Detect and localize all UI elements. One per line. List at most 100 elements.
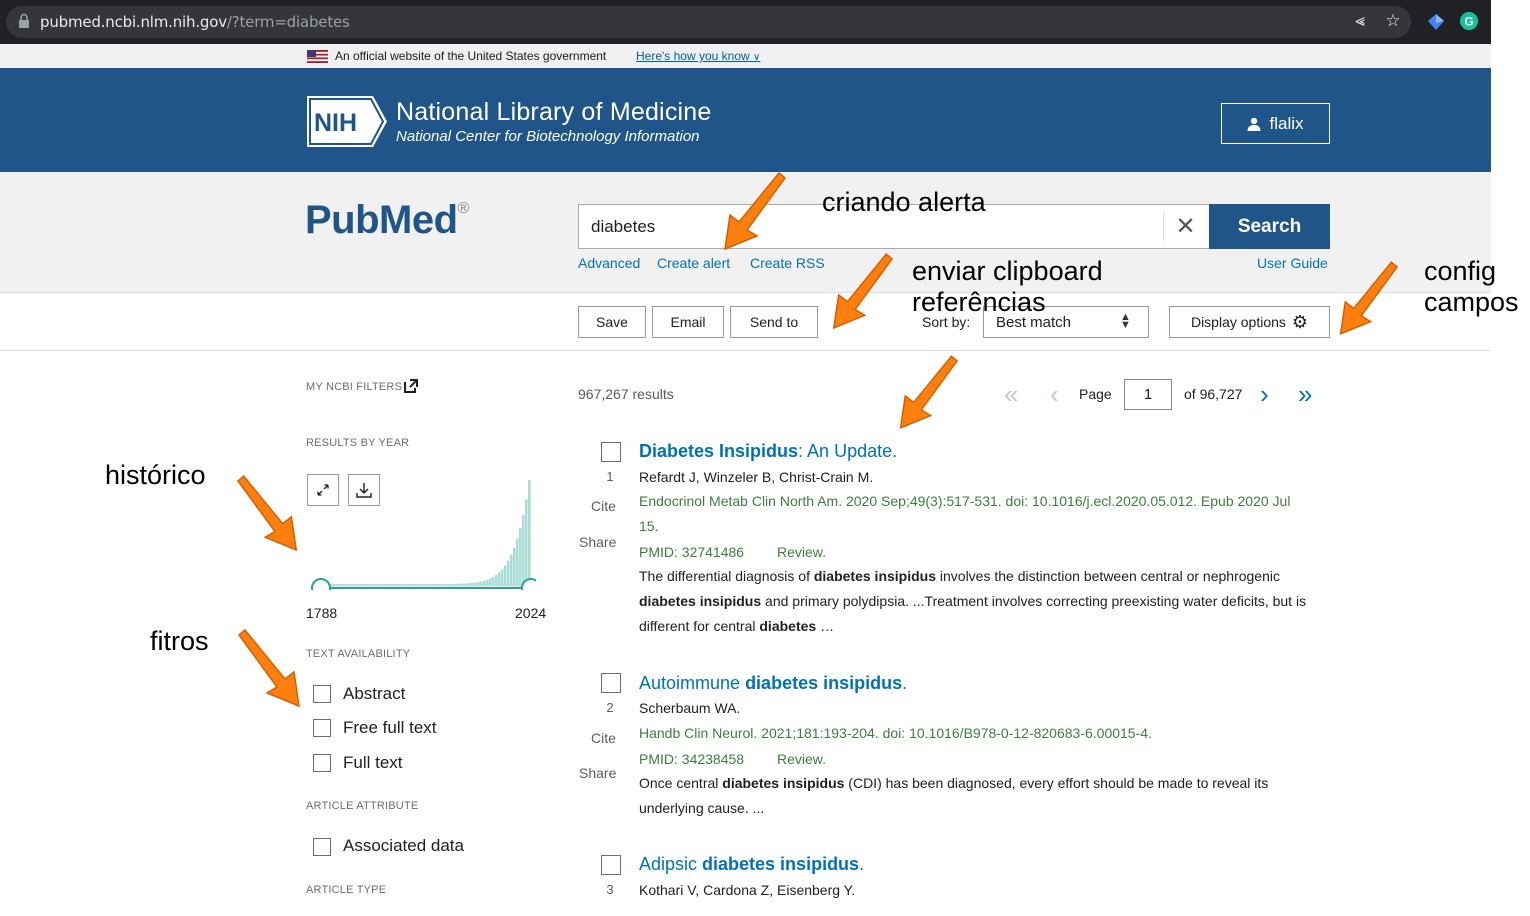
full-text-checkbox[interactable] <box>313 754 331 772</box>
full-text-label[interactable]: Full text <box>343 753 403 773</box>
nlm-title[interactable]: National Library of Medicine <box>396 98 711 127</box>
histogram-bar <box>441 583 444 586</box>
sort-arrows-icon: ▲ ▼ <box>1120 311 1131 331</box>
abstract-checkbox[interactable] <box>313 685 331 703</box>
histogram-bar <box>462 583 465 586</box>
send-to-button[interactable]: Send to <box>730 306 818 338</box>
histogram-bar <box>513 547 516 586</box>
annotation-arrow-icon <box>237 628 300 708</box>
annotation-enviar-line2: referências <box>912 287 1046 317</box>
text-availability-heading: TEXT AVAILABILITY <box>306 648 411 660</box>
url-host: pubmed.ncbi.nlm.nih.gov <box>40 13 227 31</box>
histogram-bar <box>360 584 363 586</box>
histogram-bar <box>402 584 405 586</box>
abstract-label[interactable]: Abstract <box>343 684 405 704</box>
user-account-button[interactable]: flalix <box>1221 103 1330 144</box>
result-authors: Kothari V, Cardona Z, Eisenberg Y. <box>639 882 856 898</box>
cite-button[interactable]: Cite <box>591 730 616 746</box>
result-type: Review. <box>777 544 827 560</box>
result-checkbox[interactable] <box>601 855 621 875</box>
advanced-search-link[interactable]: Advanced <box>578 255 640 271</box>
histogram-bar <box>363 584 366 586</box>
display-options-button[interactable]: Display options ⚙ <box>1169 306 1330 338</box>
annotation-arrow-icon <box>899 355 959 429</box>
result-pmid: PMID: 32741486 <box>639 544 745 560</box>
histogram-bar <box>477 582 480 586</box>
histogram-bar <box>504 565 507 586</box>
page-total: of 96,727 <box>1184 386 1243 402</box>
histogram-bar <box>414 584 417 586</box>
histogram-bar <box>495 574 498 586</box>
histogram-bar <box>465 583 468 586</box>
search-button[interactable]: Search <box>1209 204 1330 249</box>
create-alert-link[interactable]: Create alert <box>657 255 730 271</box>
histogram-bar <box>354 584 357 586</box>
histogram-bar <box>432 583 435 586</box>
share-button[interactable]: Share <box>579 765 616 781</box>
lock-icon <box>19 13 29 28</box>
histogram-bar <box>444 583 447 586</box>
article-attribute-heading: ARTICLE ATTRIBUTE <box>306 800 419 812</box>
histogram-bar <box>519 528 522 586</box>
free-full-text-label[interactable]: Free full text <box>343 718 437 738</box>
associated-data-label[interactable]: Associated data <box>343 836 464 856</box>
histogram-bar <box>516 538 519 586</box>
email-button[interactable]: Email <box>652 306 724 338</box>
histogram-bar <box>435 583 438 586</box>
user-name: flalix <box>1269 113 1304 133</box>
cite-button[interactable]: Cite <box>591 498 616 514</box>
free-full-text-checkbox[interactable] <box>313 719 331 737</box>
histogram-bar <box>399 584 402 586</box>
associated-data-checkbox[interactable] <box>313 838 331 856</box>
histogram-bar <box>423 583 426 586</box>
result-number: 2 <box>606 700 614 715</box>
result-title-link[interactable]: Diabetes Insipidus: An Update. <box>639 441 897 462</box>
histogram-bar <box>372 584 375 586</box>
histogram-bar <box>486 579 489 586</box>
external-link-icon[interactable] <box>404 379 418 393</box>
histogram-bar <box>351 584 354 586</box>
result-title-link[interactable]: Autoimmune diabetes insipidus. <box>639 673 907 694</box>
previous-page-icon[interactable]: ‹ <box>1050 380 1059 408</box>
my-ncbi-filters-heading: MY NCBI FILTERS <box>306 381 403 393</box>
year-histogram[interactable] <box>306 472 536 590</box>
result-number: 3 <box>606 882 614 897</box>
page-number-input[interactable]: 1 <box>1124 379 1172 410</box>
next-page-icon[interactable]: › <box>1260 380 1269 408</box>
share-icon[interactable]: ⪡ <box>1350 11 1370 31</box>
clear-search-icon[interactable]: ✕ <box>1163 212 1207 242</box>
result-authors: Refardt J, Winzeler B, Christ-Crain M. <box>639 469 874 485</box>
star-icon[interactable]: ☆ <box>1383 11 1403 31</box>
annotation-enviar-line1: enviar clipboard <box>912 256 1103 286</box>
user-guide-link[interactable]: User Guide <box>1257 255 1328 271</box>
result-title-link[interactable]: Adipsic diabetes insipidus. <box>639 854 864 875</box>
extension-icon[interactable] <box>1427 13 1445 31</box>
save-button[interactable]: Save <box>578 306 646 338</box>
pubmed-logo[interactable]: PubMed® <box>305 198 469 243</box>
share-button[interactable]: Share <box>579 534 616 550</box>
annotation-arrow-icon <box>832 253 894 330</box>
nlm-subtitle: National Center for Biotechnology Inform… <box>396 128 700 145</box>
gov-banner-link[interactable]: Here's how you know ∨ <box>636 49 760 63</box>
nih-logo[interactable]: NIH <box>307 96 387 147</box>
histogram-bar <box>474 582 477 586</box>
url-text[interactable]: pubmed.ncbi.nlm.nih.gov/?term=diabetes <box>40 13 350 31</box>
year-end-label: 2024 <box>515 605 547 621</box>
result-snippet: Once central diabetes insipidus (CDI) ha… <box>639 775 1269 816</box>
first-page-icon[interactable]: « <box>1004 380 1018 408</box>
histogram-bar <box>447 583 450 586</box>
last-page-icon[interactable]: » <box>1298 380 1312 408</box>
histogram-bar <box>345 584 348 586</box>
annotation-criando-alerta: criando alerta <box>822 187 986 217</box>
histogram-bar <box>408 584 411 586</box>
result-checkbox[interactable] <box>601 442 621 462</box>
chevron-down-icon: ∨ <box>753 52 761 63</box>
create-rss-link[interactable]: Create RSS <box>750 255 825 271</box>
result-checkbox[interactable] <box>601 673 621 693</box>
grammarly-icon[interactable]: G <box>1460 12 1478 30</box>
year-start-handle[interactable] <box>311 578 331 590</box>
result-count: 967,267 results <box>578 386 674 402</box>
histogram-bar <box>387 584 390 586</box>
result-type: Review. <box>777 751 827 767</box>
histogram-bar <box>522 515 525 586</box>
